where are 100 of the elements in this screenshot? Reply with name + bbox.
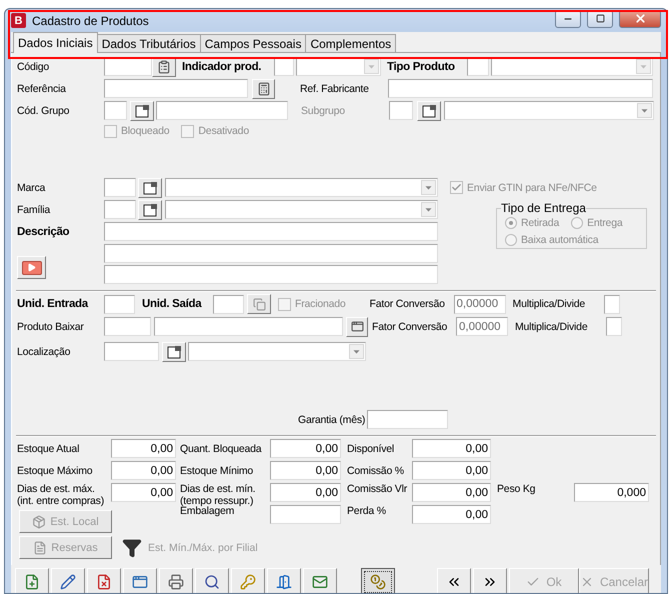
id-card-button[interactable] <box>346 316 368 336</box>
input-field[interactable] <box>606 317 622 336</box>
input-field[interactable] <box>156 101 288 120</box>
field-label: Embalagem <box>180 505 234 517</box>
close-icon <box>580 575 594 589</box>
field-label: Localização <box>17 346 72 358</box>
field-label: Dias de est. mín. (tempo ressupr.) <box>180 483 256 507</box>
lookup-button[interactable] <box>138 178 162 198</box>
printer-icon <box>168 574 184 590</box>
mail-icon <box>312 574 328 590</box>
field-label: Marca <box>17 182 46 194</box>
caret-icon <box>637 103 652 118</box>
input-field[interactable] <box>154 317 343 336</box>
window-icon <box>132 574 148 590</box>
caret-icon <box>421 202 436 217</box>
input-field[interactable]: 0,00 <box>270 483 341 502</box>
input-field[interactable]: 0,00 <box>111 461 176 480</box>
document-icon <box>33 540 48 554</box>
field-label: Ref. Fabricante <box>300 82 370 94</box>
tab[interactable]: Campos Pessoais <box>200 34 306 52</box>
input-field[interactable] <box>604 294 620 314</box>
coins-icon <box>370 574 386 590</box>
field-label: Indicador prod. <box>182 60 262 72</box>
field-label: Comissão % <box>347 464 405 476</box>
input-field[interactable]: 0,000 <box>574 483 649 502</box>
input-field[interactable]: 0,00 <box>111 439 176 458</box>
next-button[interactable] <box>473 568 507 593</box>
input-field[interactable]: 0,00 <box>412 461 491 480</box>
calculator-icon <box>256 82 270 96</box>
caret-icon <box>364 59 379 74</box>
video-button[interactable] <box>17 256 46 279</box>
toolbar-button[interactable] <box>361 568 395 593</box>
input-field[interactable] <box>270 505 341 524</box>
field-label: Tipo Produto <box>387 60 456 72</box>
tab[interactable]: Dados Iniciais <box>13 32 98 53</box>
caret-icon <box>636 59 651 74</box>
app-logo: B <box>11 13 26 28</box>
funnel-icon <box>122 538 142 558</box>
input-field[interactable]: 0,00 <box>270 461 341 480</box>
play-icon <box>27 263 36 272</box>
input-field[interactable] <box>104 244 438 263</box>
input-field[interactable]: 0,00 <box>111 483 176 502</box>
field-label: Multiplica/Divide <box>515 320 588 332</box>
box-icon <box>32 514 46 528</box>
pencil-icon <box>60 574 76 590</box>
input-field[interactable] <box>104 294 135 314</box>
input-field[interactable] <box>213 294 244 314</box>
input-field[interactable]: 0,00 <box>270 439 341 458</box>
caret-icon <box>421 180 436 195</box>
field-label: Estoque Atual <box>17 442 80 454</box>
tab[interactable]: Dados Tributários <box>96 34 201 52</box>
field-label: Unid. Entrada <box>17 298 90 310</box>
window-icon <box>422 104 436 118</box>
field-label: Código <box>17 60 50 72</box>
key-icon <box>240 574 256 590</box>
input-field[interactable] <box>104 342 159 361</box>
field-label: Dias de est. máx. (int. entre compras) <box>17 483 106 507</box>
input-field[interactable]: 0,00000 <box>454 294 506 314</box>
input-field[interactable]: 0,00 <box>412 505 491 524</box>
input-field[interactable]: 0,00 <box>412 439 491 458</box>
field-label: Comissão Vlr <box>347 483 408 495</box>
lookup-button[interactable] <box>417 100 441 120</box>
input-field[interactable] <box>104 265 438 284</box>
input-field[interactable]: 0,00000 <box>456 317 508 336</box>
field-label: Disponível <box>347 442 396 454</box>
field-label: Quant. Bloqueada <box>180 442 263 454</box>
input-field[interactable] <box>104 200 136 219</box>
input-field[interactable] <box>104 222 438 241</box>
input-field[interactable] <box>104 178 136 197</box>
field-label: Referência <box>17 82 67 94</box>
lookup-button[interactable] <box>130 100 154 120</box>
field-label: Subgrupo <box>301 104 346 116</box>
search-icon <box>204 574 220 590</box>
field-label: Unid. Saída <box>142 298 203 310</box>
check-icon <box>451 182 462 193</box>
input-field[interactable] <box>104 317 151 336</box>
caret-icon <box>349 344 364 359</box>
tab[interactable]: Complementos <box>305 34 396 52</box>
input-field[interactable] <box>104 79 248 98</box>
input-field[interactable] <box>388 79 653 98</box>
window-title: Cadastro de Produtos <box>32 14 150 28</box>
copy-icon <box>252 298 266 310</box>
calculator-button[interactable] <box>252 78 275 98</box>
file-plus-icon <box>24 574 40 590</box>
input-field[interactable] <box>389 101 413 120</box>
input-field[interactable] <box>104 101 127 120</box>
window-icon <box>134 104 150 118</box>
copy-button[interactable] <box>247 294 271 314</box>
maximize-icon <box>596 14 604 23</box>
lookup-button[interactable] <box>162 342 186 362</box>
field-label: Perda % <box>347 505 387 517</box>
previous-button[interactable] <box>437 568 471 593</box>
field-label: Fator Conversão <box>370 298 446 310</box>
door-icon <box>276 574 292 590</box>
field-label: Descrição <box>17 226 70 238</box>
clipboard-button[interactable] <box>152 56 176 76</box>
input-field[interactable]: 0,00 <box>412 483 491 502</box>
field-label: Multiplica/Divide <box>512 298 586 310</box>
input-field[interactable] <box>367 410 448 429</box>
lookup-button[interactable] <box>138 200 162 220</box>
